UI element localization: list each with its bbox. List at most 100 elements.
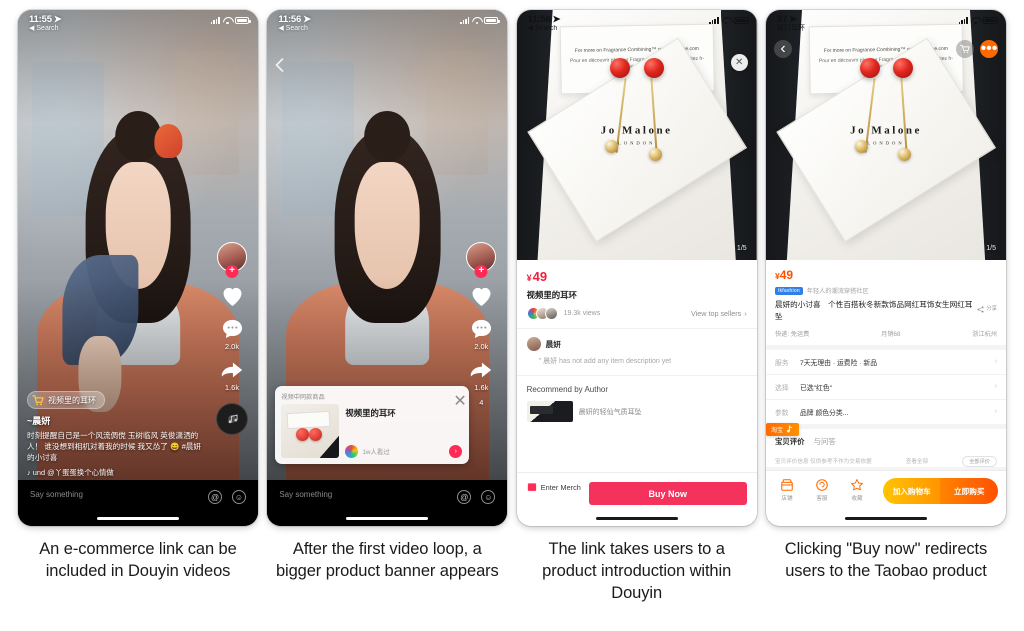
chevron-right-icon: › — [744, 309, 747, 318]
panel-3: For more on Fragrance Combining™ visit j… — [516, 10, 757, 631]
status-time: 11:56 — [527, 14, 551, 25]
review-note: 宝贝评价信息 仅供参考不作为交易依据 查看全部 全部评价 — [765, 450, 1006, 467]
follow-button[interactable]: + — [225, 265, 239, 278]
taobao-product-card: ¥49 tkfashion 年轻人的潮流穿搭社区 晨妍的小讨喜 个性百搭秋冬新款… — [765, 260, 1006, 345]
emoji-icon[interactable]: ☺ — [232, 490, 246, 504]
phone-screen-2: 11:56 ➤ ◀ Search + 2.0k 1.6k 4 视频中同款商品 ✕… — [267, 10, 508, 526]
panel-4: For more on Fragrance Combining™ visit j… — [765, 10, 1006, 631]
back-to-app-label[interactable]: ◀ Search — [278, 25, 311, 32]
like-button[interactable] — [219, 284, 246, 310]
comment-button[interactable]: 2.0k — [219, 316, 246, 351]
share-icon — [977, 306, 984, 313]
buyer-avatars — [526, 307, 558, 320]
panel-2: 11:56 ➤ ◀ Search + 2.0k 1.6k 4 视频中同款商品 ✕… — [267, 10, 508, 631]
product-banner[interactable]: 视频中同款商品 ✕ 视频里的耳环 1w人看过 › — [275, 386, 470, 464]
author-avatar — [526, 337, 541, 351]
comment-button[interactable]: 2.0k — [468, 316, 495, 351]
review-note-left: 宝贝评价信息 仅供参考不作为交易依据 — [774, 459, 872, 466]
review-pill[interactable]: 全部评价 — [962, 455, 997, 467]
share-count: 1.6k — [474, 383, 489, 392]
douyin-note-icon — [787, 424, 793, 432]
store-button[interactable]: 店铺 — [774, 478, 800, 502]
back-to-app-label[interactable]: 耳钉耳环 — [777, 25, 805, 32]
back-chevron-icon[interactable]: ‹ — [773, 40, 792, 58]
author-avatar[interactable]: + — [217, 242, 247, 278]
wifi-icon — [722, 17, 731, 24]
tab-reviews[interactable]: 宝贝评价 — [775, 436, 805, 447]
mention-icon[interactable]: @ — [457, 490, 472, 504]
enter-merch-button[interactable]: Enter Merch — [527, 482, 581, 492]
shipping-info: 快递: 免运费 — [774, 330, 810, 338]
video-overlay-1: 视频里的耳环 ~晨妍 时刻提醒自己是一个风流倜傥 玉树临风 英俊潇洒的人！ 谁没… — [27, 391, 206, 478]
review-note-right: 查看全部 — [905, 459, 929, 466]
chevron-right-icon: › — [994, 408, 997, 416]
shop-avatar-icon — [345, 445, 359, 458]
phone-screen-4: For more on Fragrance Combining™ visit j… — [765, 10, 1006, 526]
table-row[interactable]: 选择 已选"红色" › — [765, 375, 1006, 400]
back-to-app-label[interactable]: ◀ Search — [528, 25, 561, 32]
action-rail-2: + 2.0k 1.6k 4 — [461, 242, 501, 407]
recommend-label: 晨妍的轻仙气质耳坠 — [578, 408, 642, 416]
signal-icon — [709, 17, 719, 24]
view-top-sellers-link[interactable]: View top sellers › — [691, 309, 747, 318]
follow-button[interactable]: + — [474, 265, 488, 278]
earring-ball-right — [897, 147, 911, 161]
no-description-text: " 晨妍 has not add any item description ye… — [516, 351, 757, 376]
buy-now-button[interactable]: Buy Now — [588, 482, 747, 505]
cta-group: 加入购物车 立即购买 — [882, 478, 998, 504]
share-button[interactable]: 1.6k — [468, 357, 495, 392]
close-icon[interactable]: ✕ — [730, 54, 748, 71]
tab-qa[interactable]: 与问答 — [814, 436, 836, 447]
service-button[interactable]: 客服 — [809, 478, 835, 502]
more-options-icon[interactable]: ••• — [979, 40, 998, 58]
comment-icon — [219, 316, 246, 341]
like-button[interactable] — [468, 284, 495, 310]
currency-symbol: ¥ — [526, 273, 532, 283]
buy-now-button[interactable]: 立即购买 — [940, 478, 998, 504]
banner-shop-label: 1w人看过 — [362, 449, 390, 456]
video-description: 时刻提醒自己是一个风流倜傥 玉树临风 英俊潇洒的人！ 谁没想到相机对着我的时候 … — [27, 431, 201, 462]
author-row[interactable]: 晨妍 — [517, 329, 757, 351]
heart-icon — [219, 284, 246, 309]
location-arrow-icon: ➤ — [552, 14, 561, 25]
panel-caption-3: The link takes users to a product introd… — [542, 540, 732, 602]
add-to-cart-button[interactable]: 加入购物车 — [882, 478, 941, 504]
music-disc-icon[interactable] — [216, 403, 248, 435]
chevron-right-icon: › — [994, 358, 997, 366]
signal-icon — [459, 17, 470, 24]
table-row[interactable]: 参数 品牌 颜色分类... › — [766, 400, 1006, 424]
home-indicator — [346, 516, 429, 520]
heart-icon — [468, 284, 495, 309]
mention-icon[interactable]: @ — [208, 490, 222, 504]
cart-icon[interactable] — [955, 40, 974, 58]
share-button[interactable]: 1.6k — [219, 357, 246, 392]
share-count: 1.6k — [224, 383, 240, 392]
phone-mockup-2: 11:56 ➤ ◀ Search + 2.0k 1.6k 4 视频中同款商品 ✕… — [267, 10, 508, 526]
row-key: 参数 — [774, 409, 789, 417]
battery-icon — [982, 17, 999, 24]
video-author-name[interactable]: ~晨妍 — [27, 414, 206, 427]
comparison-board: 11:55 ➤ ◀ Search + 2.0k 1.6k 视频里的耳环 ~晨妍 … — [0, 0, 1024, 631]
phone-screen-3: For more on Fragrance Combining™ visit j… — [516, 10, 757, 526]
product-link-pill[interactable]: 视频里的耳环 — [27, 391, 105, 409]
taobao-review-tabs: 淘宝 宝贝评价 与问答 — [765, 422, 1006, 451]
location-arrow-icon: ➤ — [789, 14, 797, 25]
emoji-icon[interactable]: ☺ — [481, 490, 496, 504]
recommend-item[interactable]: 晨妍的轻仙气质耳坠 — [517, 401, 757, 422]
back-chevron-icon[interactable] — [275, 58, 284, 77]
row-value: 7天无理由 · 运费险 · 新品 — [799, 359, 878, 367]
back-to-app-label[interactable]: ◀ Search — [29, 25, 62, 32]
table-row[interactable]: 服务 7天无理由 · 运费险 · 新品 › — [765, 350, 1006, 375]
video-music-label[interactable]: ♪ und @丫蛋蛋换个心情做 — [27, 467, 206, 478]
favorite-button[interactable]: 收藏 — [844, 478, 870, 502]
share-button[interactable]: 分享 — [977, 305, 997, 313]
earring-bead-left — [610, 57, 631, 78]
author-avatar[interactable]: + — [466, 242, 497, 278]
comment-count: 2.0k — [224, 342, 240, 351]
comment-input[interactable]: Say something — [279, 490, 332, 499]
ribbon-label: 淘宝 — [770, 427, 783, 434]
comment-input[interactable]: Say something — [30, 490, 83, 499]
banner-go-button[interactable]: › — [449, 445, 463, 458]
product-photo-3[interactable]: For more on Fragrance Combining™ visit j… — [516, 10, 757, 260]
view-count: 19.3k views — [563, 310, 601, 317]
